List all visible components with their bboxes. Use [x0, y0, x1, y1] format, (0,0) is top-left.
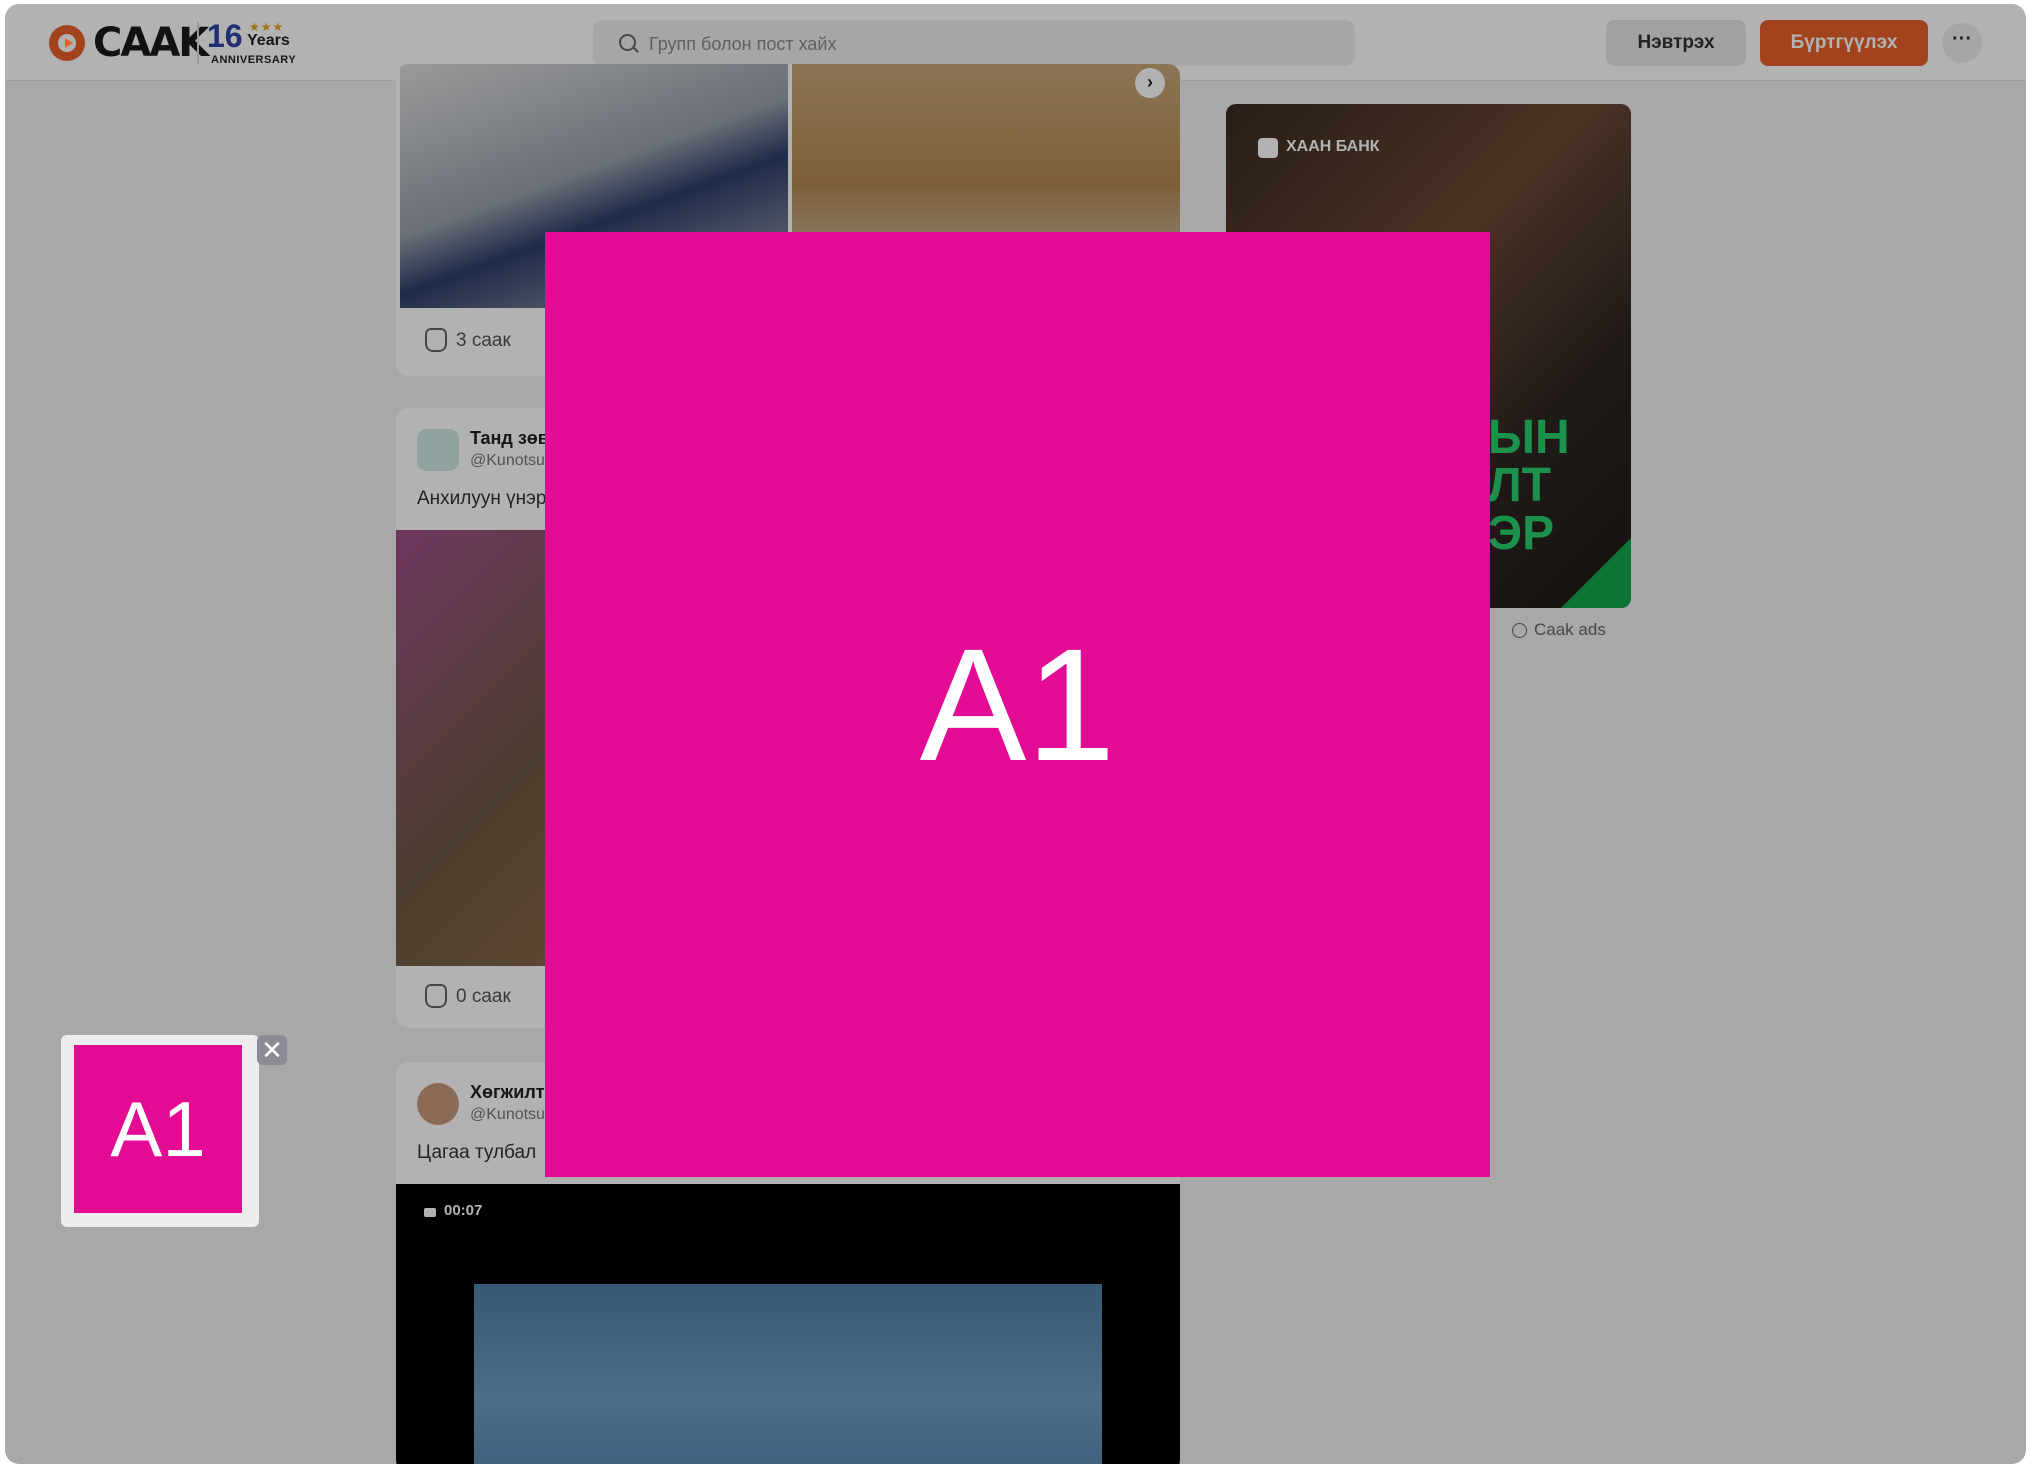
browser-viewport: CAAK 16 ★★★ Years ANNIVERSARY Групп боло… — [5, 4, 2026, 1464]
side-ad-a1[interactable]: A1 — [74, 1045, 242, 1213]
popup-ad-a1[interactable]: A1 — [545, 232, 1490, 1177]
close-ad-button[interactable]: ✕ — [257, 1035, 287, 1065]
